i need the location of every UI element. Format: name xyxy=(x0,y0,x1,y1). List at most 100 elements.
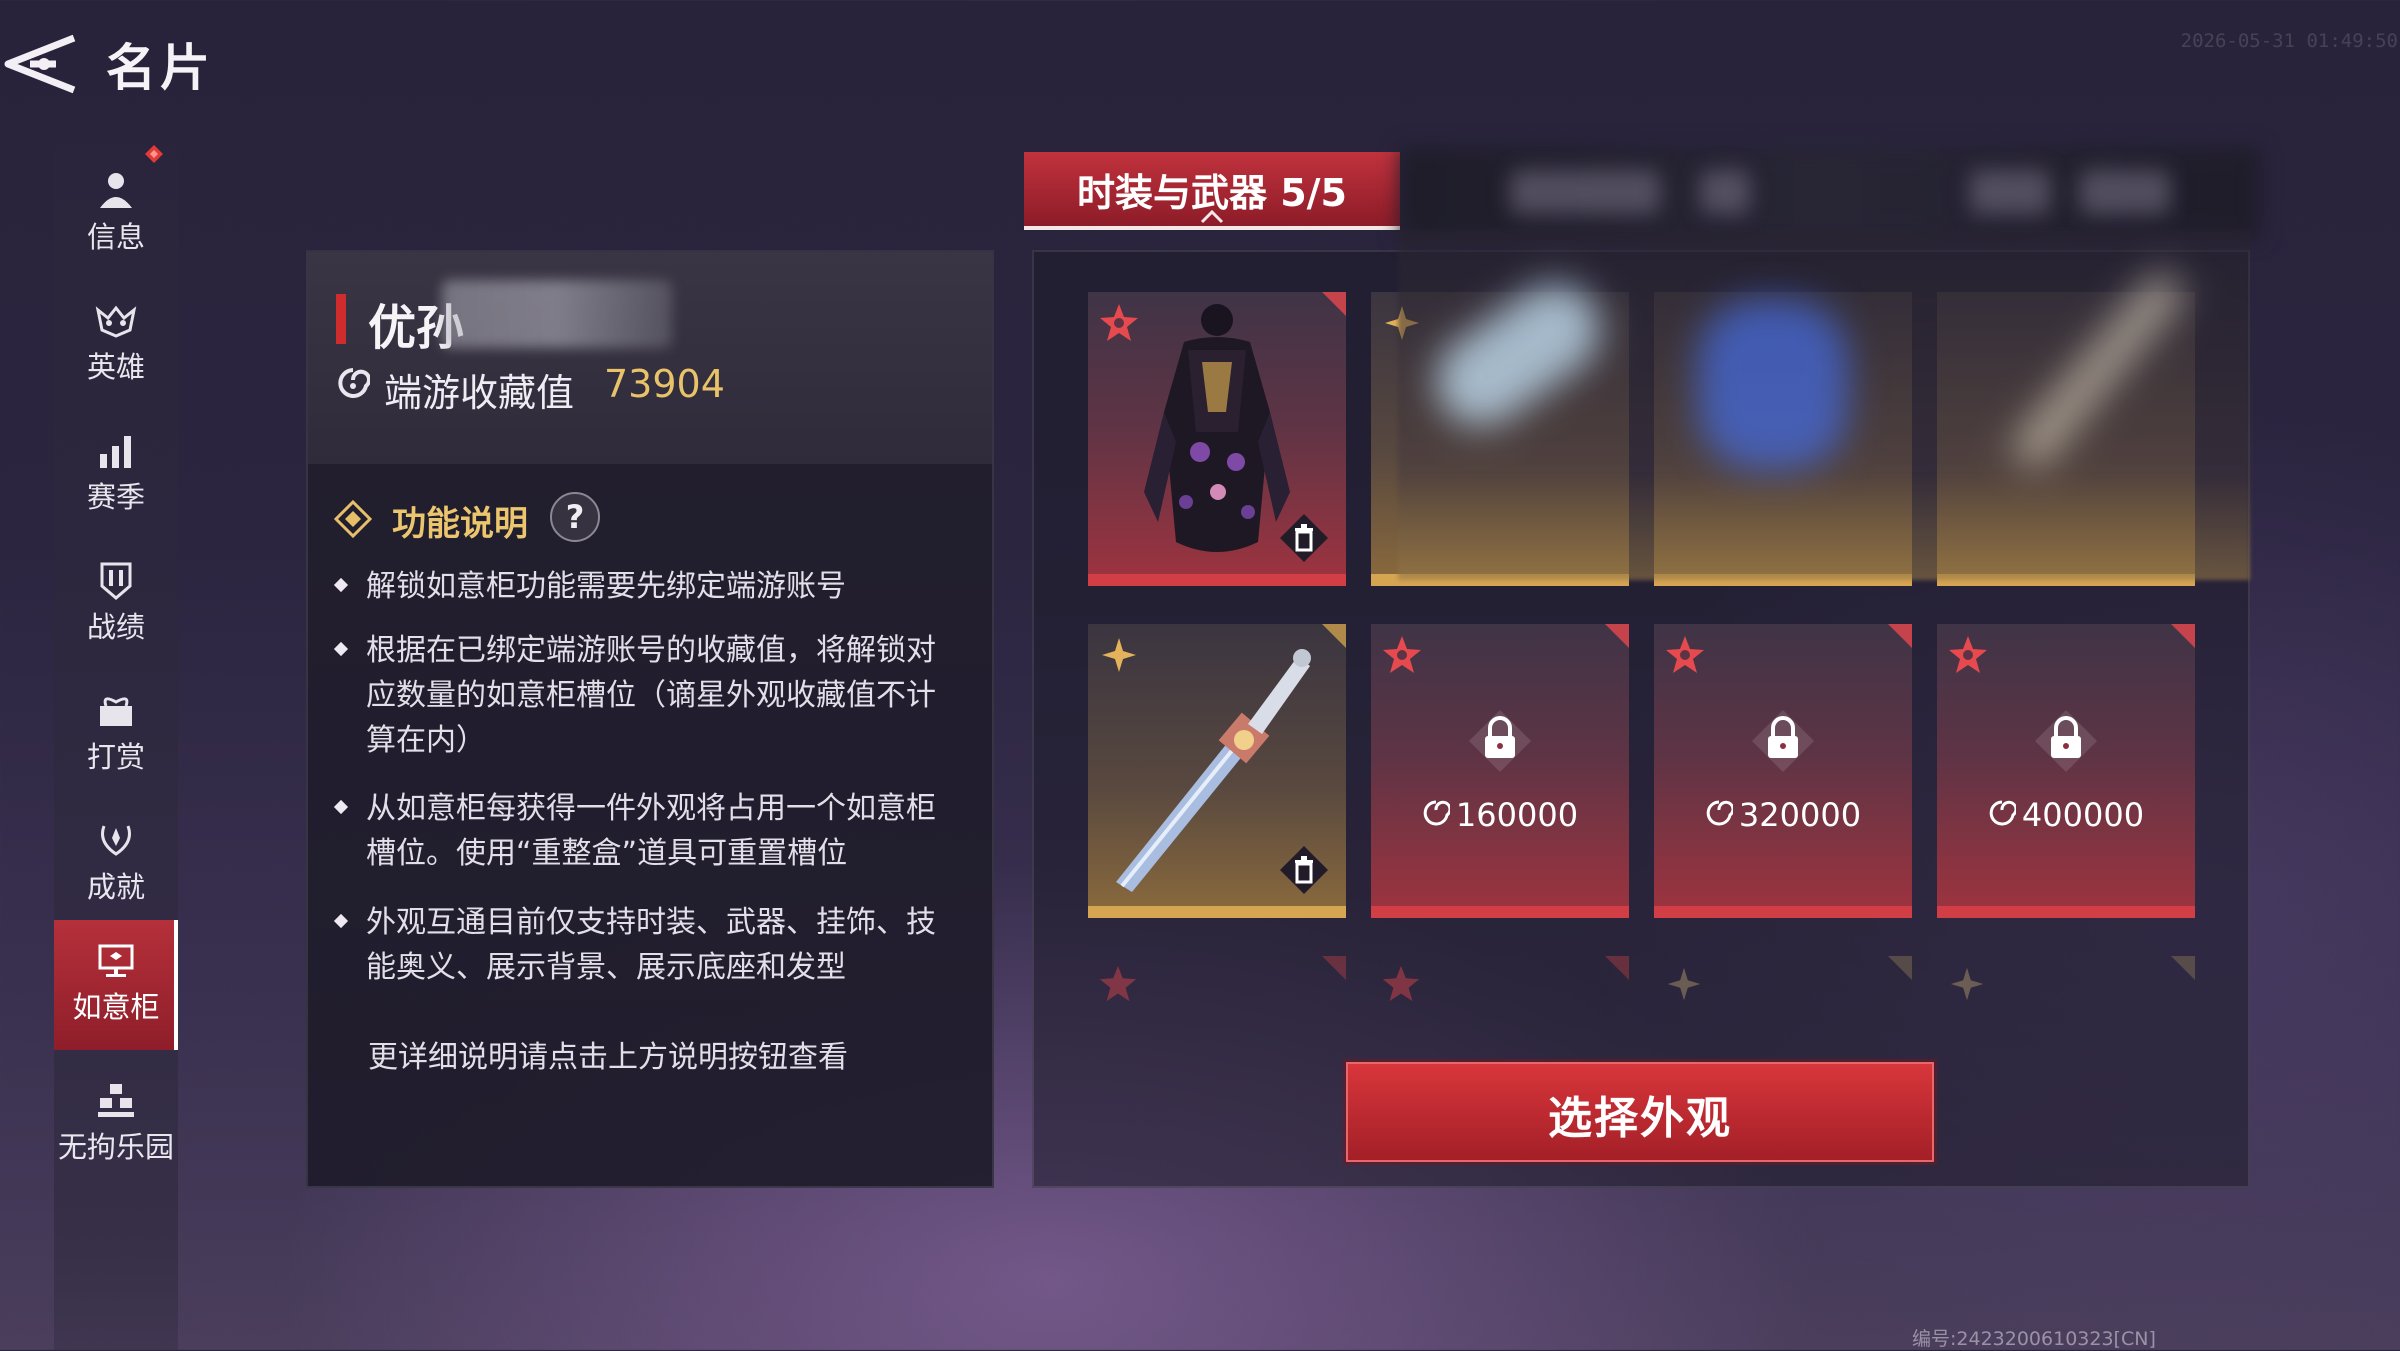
collection-swirl-icon xyxy=(1423,800,1450,826)
sidebar-item-label: 无拘乐园 xyxy=(57,1130,174,1164)
info-panel: 优孙 端游收藏值 73904 功能说明 ? 解锁如意柜功能需要先绑定端游账号 根… xyxy=(306,250,994,1188)
corner-icon xyxy=(1605,624,1629,648)
accent-bar xyxy=(336,294,346,344)
lock-icon xyxy=(1752,710,1814,772)
collection-swirl-icon xyxy=(338,368,370,398)
person-icon xyxy=(100,173,132,208)
cabinet-icon xyxy=(98,944,134,977)
outfit-slot[interactable] xyxy=(1088,292,1346,586)
bullet-dot-icon xyxy=(333,799,349,815)
back-button[interactable] xyxy=(0,28,80,98)
unlock-cost-value: 400000 xyxy=(2021,796,2145,834)
red-star-icon xyxy=(1949,636,1987,673)
unlock-cost: 320000 xyxy=(1654,796,1912,834)
corner-icon xyxy=(1888,624,1912,648)
bullet-text: 根据在已绑定端游账号的收藏值，将解锁对应数量的如意柜槽位（谪星外观收藏值不计算在… xyxy=(366,633,936,758)
corner-icon xyxy=(2171,624,2195,648)
corner-icon xyxy=(2171,956,2195,980)
sidebar-item-info[interactable]: 信息 xyxy=(54,150,178,268)
shield-icon xyxy=(100,562,132,600)
redacted-tab xyxy=(1510,170,1660,214)
sidebar-item-record[interactable]: 战绩 xyxy=(54,540,178,658)
faded-slot xyxy=(1937,956,2195,1016)
bullet-item: 根据在已绑定端游账号的收藏值，将解锁对应数量的如意柜槽位（谪星外观收藏值不计算在… xyxy=(333,628,956,763)
select-appearance-label: 选择外观 xyxy=(1548,1093,1732,1144)
serial-number: 编号:2423200610323[CN] xyxy=(1912,1328,2156,1350)
name-redaction xyxy=(442,280,672,348)
weapon-slot[interactable] xyxy=(1088,624,1346,918)
sidebar-item-label: 赛季 xyxy=(86,480,145,514)
bullet-dot-icon xyxy=(333,913,349,929)
locked-slot[interactable]: 160000 xyxy=(1371,624,1629,918)
page-title: 名片 xyxy=(106,39,214,97)
sidebar-item-label: 英雄 xyxy=(86,350,145,384)
back-arrow-icon xyxy=(4,34,76,94)
sidebar-item-park[interactable]: 无拘乐园 xyxy=(54,1060,178,1178)
sidebar: 信息 英雄 赛季 战绩 打赏 成就 如意柜 无拘乐园 xyxy=(54,130,178,1350)
laurel-icon xyxy=(101,825,131,856)
collection-swirl-icon xyxy=(1989,800,2016,826)
faded-slot xyxy=(1371,956,1629,1016)
lock-icon xyxy=(1469,710,1531,772)
faded-slot xyxy=(1654,956,1912,1016)
profile-header: 优孙 端游收藏值 73904 xyxy=(308,252,992,464)
corner-icon xyxy=(1605,956,1629,980)
sidebar-item-label: 打赏 xyxy=(86,740,145,774)
bullet-item: 从如意柜每获得一件外观将占用一个如意柜槽位。使用“重整盒”道具可重置槽位 xyxy=(333,786,956,876)
locked-slot[interactable]: 320000 xyxy=(1654,624,1912,918)
bullet-dot-icon xyxy=(333,641,349,657)
corner-icon xyxy=(1888,956,1912,980)
select-appearance-button[interactable]: 选择外观 xyxy=(1346,1062,1934,1162)
park-icon xyxy=(98,1084,134,1117)
red-star-icon xyxy=(1383,636,1421,673)
redacted-tab xyxy=(2080,170,2170,214)
unlock-cost: 400000 xyxy=(1937,796,2195,834)
collection-swirl-icon xyxy=(1706,800,1733,826)
gold-star-icon xyxy=(1950,967,1984,1001)
rarity-bar xyxy=(1088,574,1346,586)
unlock-cost: 160000 xyxy=(1371,796,1629,834)
tab-outfit-weapon[interactable]: 时装与武器 5/5 xyxy=(1024,152,1400,230)
sidebar-item-hero[interactable]: 英雄 xyxy=(54,280,178,398)
footnote: 更详细说明请点击上方说明按钮查看 xyxy=(368,1040,848,1075)
redacted-tab xyxy=(1700,170,1750,214)
red-star-icon xyxy=(1382,965,1420,1002)
corner-icon xyxy=(1322,956,1346,980)
sidebar-item-achievement[interactable]: 成就 xyxy=(54,800,178,918)
redacted-tab xyxy=(1970,170,2050,214)
bullet-item: 外观互通目前仅支持时装、武器、挂饰、技能奥义、展示背景、展示底座和发型 xyxy=(333,900,956,990)
blurred-items-overlay xyxy=(1398,230,2250,580)
sidebar-item-ruyi-cabinet[interactable]: 如意柜 xyxy=(54,920,178,1050)
new-badge-icon xyxy=(145,145,163,163)
collection-label: 端游收藏值 xyxy=(384,371,575,415)
gift-icon xyxy=(100,697,132,726)
bullet-text: 解锁如意柜功能需要先绑定端游账号 xyxy=(366,569,846,604)
locked-slot[interactable]: 400000 xyxy=(1937,624,2195,918)
diamond-icon xyxy=(334,500,372,538)
rarity-bar xyxy=(1371,906,1629,918)
rarity-bar xyxy=(1088,906,1346,918)
bullet-item: 解锁如意柜功能需要先绑定端游账号 xyxy=(333,564,956,609)
trash-icon[interactable] xyxy=(1278,512,1330,564)
sidebar-item-label: 如意柜 xyxy=(72,990,160,1024)
red-star-icon xyxy=(1099,965,1137,1002)
gold-star-icon xyxy=(1667,967,1701,1001)
sidebar-item-tip[interactable]: 打赏 xyxy=(54,670,178,788)
faded-slot xyxy=(1088,956,1346,1016)
lock-icon xyxy=(2035,710,2097,772)
caret-up-icon xyxy=(1200,209,1224,224)
help-button[interactable]: ? xyxy=(550,492,600,542)
hero-mask-icon xyxy=(95,305,137,338)
sidebar-item-season[interactable]: 赛季 xyxy=(54,410,178,528)
bullet-text: 外观互通目前仅支持时装、武器、挂饰、技能奥义、展示背景、展示底座和发型 xyxy=(366,905,936,985)
blurred-item xyxy=(1418,266,1618,444)
red-star-icon xyxy=(1666,636,1704,673)
bar-chart-icon xyxy=(100,436,131,468)
timestamp: 2026-05-31 01:49:50 xyxy=(2180,30,2398,52)
trash-icon[interactable] xyxy=(1278,844,1330,896)
collection-value: 73904 xyxy=(604,362,725,406)
sidebar-item-label: 战绩 xyxy=(86,610,145,644)
function-title: 功能说明 xyxy=(392,504,528,544)
blurred-item xyxy=(1698,300,1848,470)
bullet-dot-icon xyxy=(333,577,349,593)
